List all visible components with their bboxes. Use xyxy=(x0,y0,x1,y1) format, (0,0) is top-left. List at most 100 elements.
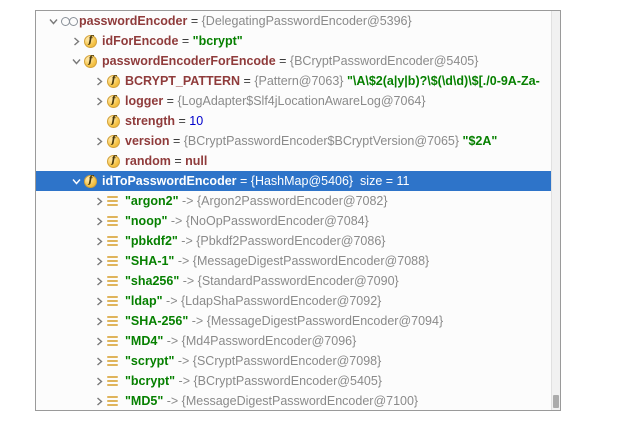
segment-arrow: -> xyxy=(179,274,197,288)
entry-icon xyxy=(107,235,125,247)
segment-key: "ldap" xyxy=(125,294,163,308)
entry-icon xyxy=(107,395,125,407)
chevron-collapsed-icon[interactable] xyxy=(92,237,107,246)
segment-ref: {Argon2PasswordEncoder@7082} xyxy=(197,194,388,208)
entry-icon xyxy=(107,315,125,327)
segment-eq: = xyxy=(276,54,290,68)
segment-str: "bcrypt" xyxy=(193,34,243,48)
chevron-collapsed-icon[interactable] xyxy=(92,277,107,286)
tree-row[interactable]: "bcrypt" -> {BCryptPasswordEncoder@5405} xyxy=(36,371,551,391)
segment-str: "$2A" xyxy=(459,134,497,148)
chevron-collapsed-icon[interactable] xyxy=(92,397,107,406)
segment-eq: = xyxy=(169,134,183,148)
chevron-collapsed-icon[interactable] xyxy=(92,317,107,326)
chevron-collapsed-icon[interactable] xyxy=(92,97,107,106)
chevron-collapsed-icon[interactable] xyxy=(92,197,107,206)
segment-key: "MD5" xyxy=(125,394,163,408)
tree-row[interactable]: "scrypt" -> {SCryptPasswordEncoder@7098} xyxy=(36,351,551,371)
chevron-collapsed-icon[interactable] xyxy=(92,357,107,366)
entry-icon xyxy=(107,355,125,367)
segment-arrow: -> xyxy=(175,374,193,388)
segment-str: "\A\$2(a|y|b)?\$(\d\d)\$[./0-9A-Za- xyxy=(343,74,539,88)
tree-row[interactable]: flogger = {LogAdapter$Slf4jLocationAware… xyxy=(36,91,551,111)
segment-arrow: -> xyxy=(174,254,192,268)
segment-eq: = xyxy=(178,34,192,48)
segment-arrow: -> xyxy=(167,214,185,228)
tree-row[interactable]: "sha256" -> {StandardPasswordEncoder@709… xyxy=(36,271,551,291)
segment-ref: {Md4PasswordEncoder@7096} xyxy=(182,334,357,348)
segment-arrow: -> xyxy=(179,194,197,208)
tree-row[interactable]: "SHA-256" -> {MessageDigestPasswordEncod… xyxy=(36,311,551,331)
segment-ref: {LdapShaPasswordEncoder@7092} xyxy=(181,294,381,308)
tree-row[interactable]: "pbkdf2" -> {Pbkdf2PasswordEncoder@7086} xyxy=(36,231,551,251)
field-icon: f xyxy=(84,55,102,68)
scrollbar-thumb[interactable] xyxy=(553,395,559,408)
segment-ref: {MessageDigestPasswordEncoder@7100} xyxy=(182,394,418,408)
segment-arrow: -> xyxy=(174,354,192,368)
segment-ref: {Pattern@7063} xyxy=(254,74,343,88)
tree-row[interactable]: passwordEncoder = {DelegatingPasswordEnc… xyxy=(36,11,551,31)
chevron-collapsed-icon[interactable] xyxy=(92,297,107,306)
segment-ref: {StandardPasswordEncoder@7090} xyxy=(198,274,399,288)
segment-ref: {BCryptPasswordEncoder@5405} xyxy=(193,374,382,388)
segment-eq: = xyxy=(163,94,177,108)
entry-icon xyxy=(107,195,125,207)
entry-icon xyxy=(107,295,125,307)
segment-ref: {BCryptPasswordEncoder$BCryptVersion@706… xyxy=(184,134,459,148)
tree-row[interactable]: fpasswordEncoderForEncode = {BCryptPassw… xyxy=(36,51,551,71)
tree-row[interactable]: frandom = null xyxy=(36,151,551,171)
variable-icon xyxy=(61,17,79,26)
tree-row[interactable]: fversion = {BCryptPasswordEncoder$BCrypt… xyxy=(36,131,551,151)
segment-name: idForEncode xyxy=(102,34,178,48)
segment-size: size = 11 xyxy=(353,174,409,188)
segment-ref: {Pbkdf2PasswordEncoder@7086} xyxy=(196,234,385,248)
segment-key: "MD4" xyxy=(125,334,163,348)
field-icon: f xyxy=(107,155,125,168)
segment-null: null xyxy=(185,154,207,168)
chevron-collapsed-icon[interactable] xyxy=(92,257,107,266)
tree-rows: passwordEncoder = {DelegatingPasswordEnc… xyxy=(36,11,551,410)
tree-row[interactable]: "MD4" -> {Md4PasswordEncoder@7096} xyxy=(36,331,551,351)
tree-row[interactable]: "argon2" -> {Argon2PasswordEncoder@7082} xyxy=(36,191,551,211)
vertical-scrollbar[interactable] xyxy=(551,11,560,410)
segment-ref: {LogAdapter$Slf4jLocationAwareLog@7064} xyxy=(177,94,425,108)
tree-row[interactable]: fBCRYPT_PATTERN = {Pattern@7063} "\A\$2(… xyxy=(36,71,551,91)
chevron-expanded-icon[interactable] xyxy=(46,17,61,26)
tree-row[interactable]: fstrength = 10 xyxy=(36,111,551,131)
segment-key: "bcrypt" xyxy=(125,374,175,388)
entry-icon xyxy=(107,335,125,347)
entry-icon xyxy=(107,215,125,227)
segment-ref: {MessageDigestPasswordEncoder@7088} xyxy=(193,254,429,268)
field-icon: f xyxy=(107,135,125,148)
chevron-collapsed-icon[interactable] xyxy=(92,337,107,346)
segment-arrow: -> xyxy=(188,314,206,328)
tree-row[interactable]: "SHA-1" -> {MessageDigestPasswordEncoder… xyxy=(36,251,551,271)
segment-ref: {DelegatingPasswordEncoder@5396} xyxy=(202,14,412,28)
segment-ref: {MessageDigestPasswordEncoder@7094} xyxy=(207,314,443,328)
tree-row[interactable]: "noop" -> {NoOpPasswordEncoder@7084} xyxy=(36,211,551,231)
chevron-expanded-icon[interactable] xyxy=(69,57,84,66)
segment-name: strength xyxy=(125,114,175,128)
segment-name: version xyxy=(125,134,169,148)
chevron-collapsed-icon[interactable] xyxy=(92,77,107,86)
segment-arrow: -> xyxy=(163,294,181,308)
tree-row[interactable]: fidToPasswordEncoder = {HashMap@5406} si… xyxy=(36,171,551,191)
tree-row[interactable]: fidForEncode = "bcrypt" xyxy=(36,31,551,51)
field-icon: f xyxy=(84,35,102,48)
chevron-collapsed-icon[interactable] xyxy=(92,217,107,226)
segment-eq: = xyxy=(171,154,185,168)
segment-eq: = xyxy=(237,174,251,188)
segment-num: 10 xyxy=(189,114,203,128)
chevron-collapsed-icon[interactable] xyxy=(92,377,107,386)
tree-row[interactable]: "ldap" -> {LdapShaPasswordEncoder@7092} xyxy=(36,291,551,311)
segment-ref: {NoOpPasswordEncoder@7084} xyxy=(186,214,369,228)
segment-eq: = xyxy=(240,74,254,88)
segment-key: "sha256" xyxy=(125,274,179,288)
chevron-expanded-icon[interactable] xyxy=(69,177,84,186)
chevron-collapsed-icon[interactable] xyxy=(92,137,107,146)
segment-key: "scrypt" xyxy=(125,354,174,368)
chevron-collapsed-icon[interactable] xyxy=(69,37,84,46)
tree-row[interactable]: "MD5" -> {MessageDigestPasswordEncoder@7… xyxy=(36,391,551,410)
segment-arrow: -> xyxy=(163,394,181,408)
segment-key: "pbkdf2" xyxy=(125,234,178,248)
